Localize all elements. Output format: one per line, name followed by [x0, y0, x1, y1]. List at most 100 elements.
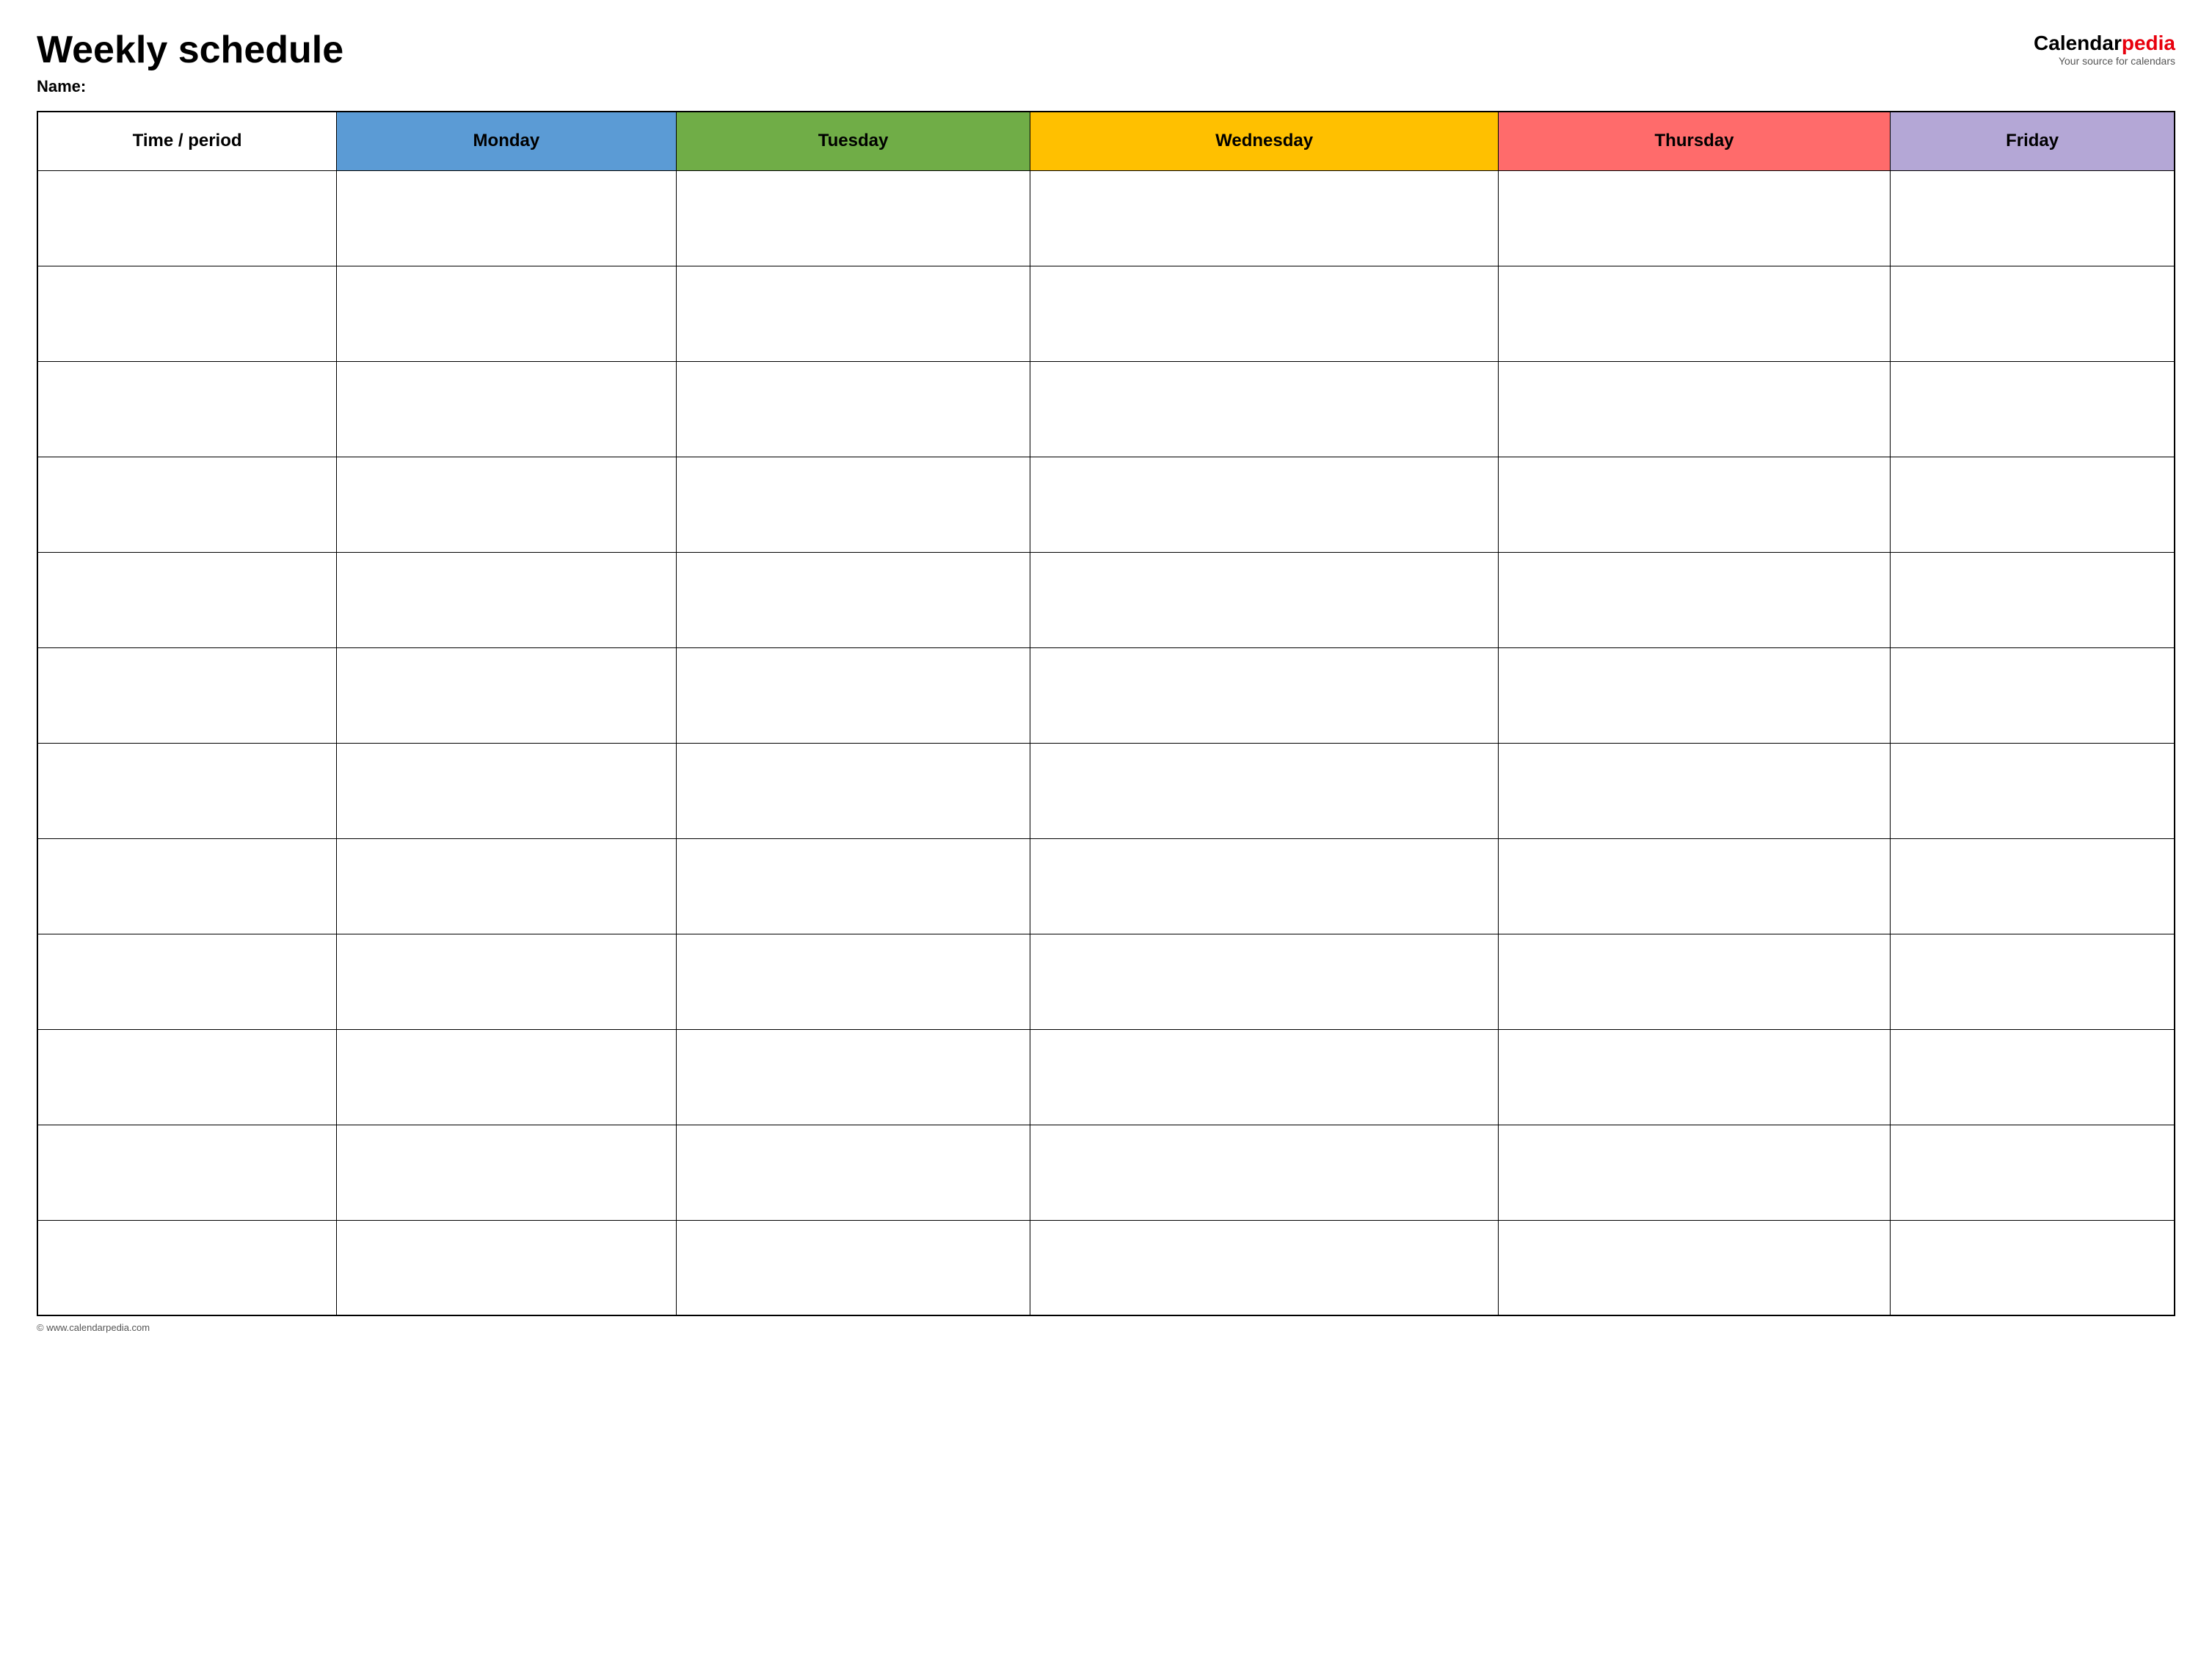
schedule-cell[interactable] [337, 1029, 676, 1125]
schedule-cell[interactable] [1030, 266, 1498, 361]
logo-section: Calendarpedia Your source for calendars [2034, 33, 2175, 67]
schedule-cell[interactable] [1030, 457, 1498, 552]
schedule-cell[interactable] [1498, 266, 1890, 361]
time-cell[interactable] [37, 170, 337, 266]
schedule-cell[interactable] [1030, 838, 1498, 934]
schedule-cell[interactable] [1891, 1029, 2175, 1125]
schedule-cell[interactable] [1030, 1125, 1498, 1220]
schedule-cell[interactable] [676, 1125, 1030, 1220]
schedule-cell[interactable] [1498, 647, 1890, 743]
time-cell[interactable] [37, 552, 337, 647]
schedule-cell[interactable] [337, 838, 676, 934]
schedule-cell[interactable] [337, 1125, 676, 1220]
schedule-cell[interactable] [1498, 1220, 1890, 1315]
schedule-cell[interactable] [337, 170, 676, 266]
schedule-cell[interactable] [676, 647, 1030, 743]
schedule-cell[interactable] [1498, 743, 1890, 838]
schedule-cell[interactable] [337, 361, 676, 457]
schedule-cell[interactable] [1030, 1220, 1498, 1315]
logo-brand2: pedia [2122, 32, 2175, 54]
footer: © www.calendarpedia.com [37, 1322, 2175, 1333]
schedule-cell[interactable] [1891, 838, 2175, 934]
logo-brand1: Calendar [2034, 32, 2122, 54]
schedule-cell[interactable] [1891, 1220, 2175, 1315]
schedule-cell[interactable] [1891, 647, 2175, 743]
schedule-cell[interactable] [1891, 1125, 2175, 1220]
schedule-cell[interactable] [337, 266, 676, 361]
schedule-cell[interactable] [676, 934, 1030, 1029]
schedule-cell[interactable] [1498, 1029, 1890, 1125]
col-header-tuesday: Tuesday [676, 112, 1030, 170]
schedule-cell[interactable] [1891, 170, 2175, 266]
schedule-cell[interactable] [676, 266, 1030, 361]
schedule-cell[interactable] [1030, 934, 1498, 1029]
schedule-cell[interactable] [337, 647, 676, 743]
time-cell[interactable] [37, 361, 337, 457]
schedule-cell[interactable] [676, 457, 1030, 552]
schedule-cell[interactable] [676, 361, 1030, 457]
table-row [37, 838, 2175, 934]
schedule-cell[interactable] [1030, 552, 1498, 647]
time-cell[interactable] [37, 1125, 337, 1220]
footer-url: © www.calendarpedia.com [37, 1322, 150, 1333]
schedule-cell[interactable] [337, 934, 676, 1029]
schedule-cell[interactable] [1030, 647, 1498, 743]
schedule-cell[interactable] [1030, 743, 1498, 838]
schedule-cell[interactable] [1891, 934, 2175, 1029]
schedule-cell[interactable] [676, 552, 1030, 647]
table-row [37, 361, 2175, 457]
schedule-cell[interactable] [1498, 838, 1890, 934]
table-row [37, 552, 2175, 647]
col-header-time: Time / period [37, 112, 337, 170]
time-cell[interactable] [37, 838, 337, 934]
schedule-cell[interactable] [1498, 457, 1890, 552]
table-row [37, 934, 2175, 1029]
schedule-cell[interactable] [1891, 361, 2175, 457]
schedule-cell[interactable] [676, 170, 1030, 266]
schedule-cell[interactable] [1498, 1125, 1890, 1220]
schedule-cell[interactable] [676, 1220, 1030, 1315]
table-row [37, 170, 2175, 266]
col-header-thursday: Thursday [1498, 112, 1890, 170]
schedule-cell[interactable] [1498, 361, 1890, 457]
schedule-cell[interactable] [337, 552, 676, 647]
time-cell[interactable] [37, 457, 337, 552]
logo-tagline: Your source for calendars [2059, 55, 2175, 67]
time-cell[interactable] [37, 266, 337, 361]
schedule-cell[interactable] [337, 457, 676, 552]
col-header-wednesday: Wednesday [1030, 112, 1498, 170]
table-row [37, 743, 2175, 838]
schedule-cell[interactable] [1498, 170, 1890, 266]
col-header-monday: Monday [337, 112, 676, 170]
table-header-row: Time / period Monday Tuesday Wednesday T… [37, 112, 2175, 170]
schedule-cell[interactable] [1030, 1029, 1498, 1125]
logo-text: Calendarpedia [2034, 33, 2175, 54]
table-row [37, 1029, 2175, 1125]
schedule-cell[interactable] [1891, 266, 2175, 361]
schedule-cell[interactable] [1030, 361, 1498, 457]
page-header: Weekly schedule Name: Calendarpedia Your… [37, 29, 2175, 96]
schedule-cell[interactable] [1498, 552, 1890, 647]
time-cell[interactable] [37, 934, 337, 1029]
time-cell[interactable] [37, 647, 337, 743]
table-row [37, 266, 2175, 361]
schedule-cell[interactable] [337, 743, 676, 838]
schedule-table: Time / period Monday Tuesday Wednesday T… [37, 111, 2175, 1316]
schedule-cell[interactable] [337, 1220, 676, 1315]
title-section: Weekly schedule Name: [37, 29, 343, 96]
schedule-cell[interactable] [1498, 934, 1890, 1029]
schedule-cell[interactable] [1030, 170, 1498, 266]
table-row [37, 1125, 2175, 1220]
table-row [37, 457, 2175, 552]
time-cell[interactable] [37, 1029, 337, 1125]
col-header-friday: Friday [1891, 112, 2175, 170]
page-title: Weekly schedule [37, 29, 343, 71]
time-cell[interactable] [37, 1220, 337, 1315]
schedule-cell[interactable] [1891, 743, 2175, 838]
time-cell[interactable] [37, 743, 337, 838]
schedule-cell[interactable] [1891, 457, 2175, 552]
schedule-cell[interactable] [1891, 552, 2175, 647]
schedule-cell[interactable] [676, 1029, 1030, 1125]
schedule-cell[interactable] [676, 838, 1030, 934]
schedule-cell[interactable] [676, 743, 1030, 838]
